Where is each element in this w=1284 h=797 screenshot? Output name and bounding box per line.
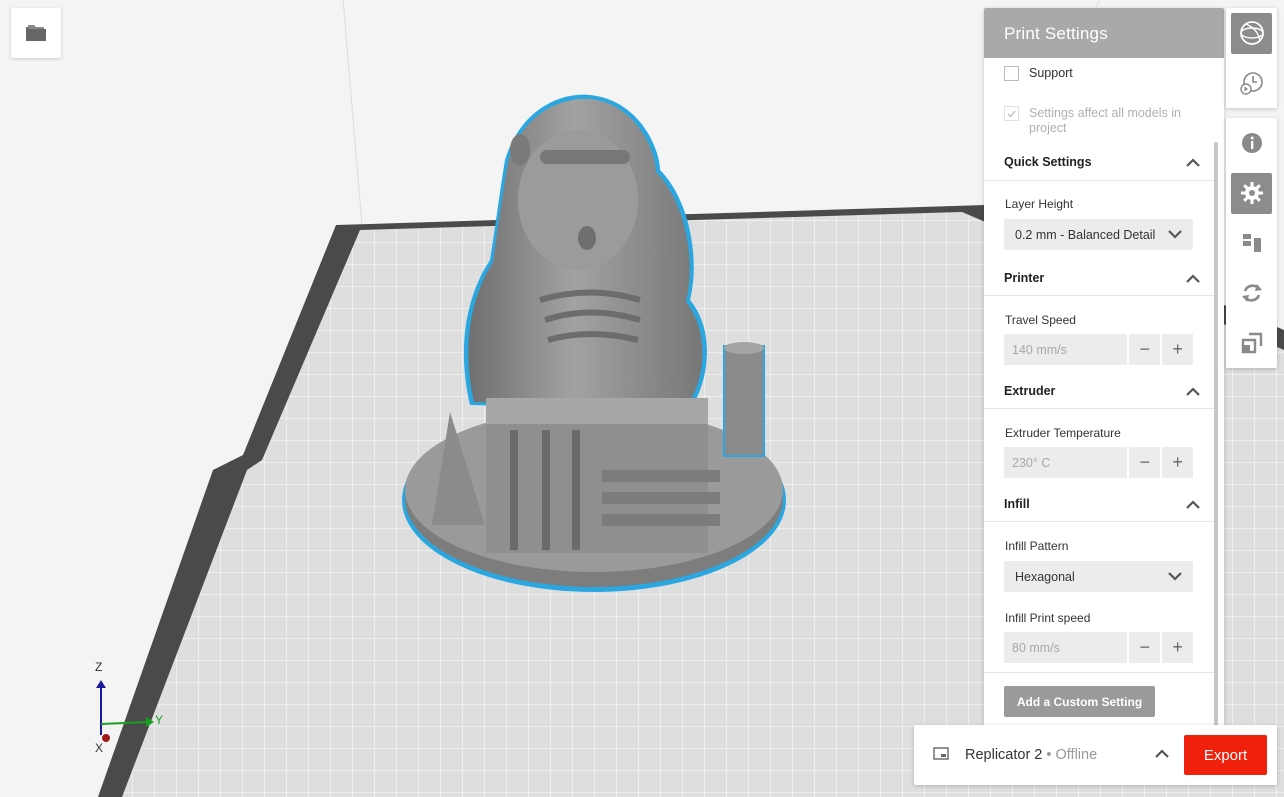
- affect-all-checkbox: [1004, 106, 1019, 121]
- extruder-temp-stepper: 230° C − +: [1004, 447, 1193, 478]
- checkmark-icon: [1007, 110, 1016, 118]
- printer-selector[interactable]: Replicator 2 • Offline: [965, 747, 1097, 763]
- view-toolbar: [1226, 8, 1277, 108]
- printer-name: Replicator 2: [965, 747, 1043, 763]
- export-button[interactable]: Export: [1184, 735, 1267, 775]
- travel-speed-input[interactable]: 140 mm/s: [1004, 334, 1128, 365]
- print-preview-button[interactable]: [1226, 58, 1277, 108]
- info-button[interactable]: [1226, 118, 1277, 168]
- plus-icon: +: [1172, 637, 1183, 657]
- travel-speed-label: Travel Speed: [1005, 313, 1076, 327]
- view-icon: [1239, 21, 1264, 45]
- chevron-down-icon: [1168, 230, 1182, 239]
- infill-section-header[interactable]: Infill: [1004, 497, 1200, 511]
- printer-section-title: Printer: [1004, 271, 1045, 285]
- extruder-section-header[interactable]: Extruder: [1004, 384, 1200, 398]
- infill-pattern-label: Infill Pattern: [1005, 539, 1069, 553]
- quick-settings-title: Quick Settings: [1004, 155, 1092, 169]
- chevron-up-icon[interactable]: [1186, 499, 1200, 509]
- affect-all-checkbox-row: Settings affect all models in project: [1004, 106, 1199, 136]
- arrange-button[interactable]: [1226, 218, 1277, 268]
- tools-toolbar: [1226, 118, 1277, 368]
- panel-title: Print Settings: [984, 8, 1224, 58]
- axis-x-label: X: [95, 741, 104, 755]
- infill-speed-label: Infill Print speed: [1005, 611, 1091, 625]
- divider: [984, 180, 1214, 181]
- folder-icon: [26, 25, 46, 41]
- extruder-temp-input[interactable]: 230° C: [1004, 447, 1128, 478]
- view-button[interactable]: [1226, 8, 1277, 58]
- infill-speed-increment-button[interactable]: +: [1162, 632, 1193, 663]
- panel-body: Support Settings affect all models in pr…: [984, 58, 1224, 734]
- chevron-up-icon[interactable]: [1186, 157, 1200, 167]
- axis-z-label: Z: [95, 660, 103, 674]
- rotate-icon: [1241, 284, 1262, 302]
- support-label: Support: [1029, 66, 1073, 80]
- chevron-up-icon[interactable]: [1186, 386, 1200, 396]
- divider: [984, 408, 1214, 409]
- arrange-icon: [1242, 234, 1261, 252]
- support-checkbox[interactable]: [1004, 66, 1019, 81]
- settings-gear-icon: [1240, 182, 1263, 204]
- infill-speed-stepper: 80 mm/s − +: [1004, 632, 1193, 663]
- affect-all-label: Settings affect all models in project: [1029, 106, 1181, 135]
- infill-pattern-value: Hexagonal: [1015, 569, 1075, 584]
- infill-speed-input[interactable]: 80 mm/s: [1004, 632, 1128, 663]
- printer-status: • Offline: [1042, 747, 1098, 763]
- open-file-button[interactable]: [11, 8, 61, 58]
- axis-y-label: Y: [155, 713, 164, 727]
- extruder-temp-increment-button[interactable]: +: [1162, 447, 1193, 478]
- travel-speed-decrement-button[interactable]: −: [1129, 334, 1161, 365]
- printer-section-header[interactable]: Printer: [1004, 271, 1200, 285]
- minus-icon: −: [1139, 637, 1151, 657]
- extruder-temp-decrement-button[interactable]: −: [1129, 447, 1161, 478]
- divider: [984, 521, 1214, 522]
- plus-icon: +: [1172, 339, 1183, 359]
- travel-speed-stepper: 140 mm/s − +: [1004, 334, 1193, 365]
- travel-speed-increment-button[interactable]: +: [1162, 334, 1193, 365]
- printer-bar: Replicator 2 • Offline Export: [914, 725, 1277, 785]
- plus-icon: +: [1172, 452, 1183, 472]
- rotate-button[interactable]: [1226, 268, 1277, 318]
- printer-icon: [933, 747, 949, 760]
- chevron-up-icon[interactable]: [1186, 273, 1200, 283]
- settings-button[interactable]: [1226, 168, 1277, 218]
- layer-height-value: 0.2 mm - Balanced Detail: [1015, 227, 1156, 242]
- divider: [984, 295, 1214, 296]
- add-custom-setting-button[interactable]: Add a Custom Setting: [1004, 686, 1155, 717]
- layer-height-label: Layer Height: [1005, 197, 1074, 211]
- infill-pattern-select[interactable]: Hexagonal: [1004, 561, 1193, 592]
- chevron-down-icon: [1168, 572, 1182, 581]
- chevron-up-icon[interactable]: [1155, 749, 1169, 758]
- print-settings-panel: Print Settings Support Settings affect a…: [984, 8, 1224, 734]
- extruder-section-title: Extruder: [1004, 384, 1056, 398]
- quick-settings-header[interactable]: Quick Settings: [1004, 155, 1200, 169]
- scale-button[interactable]: [1226, 318, 1277, 368]
- scale-icon: [1241, 332, 1262, 354]
- support-checkbox-row[interactable]: Support: [1004, 66, 1073, 81]
- minus-icon: −: [1139, 339, 1151, 359]
- minus-icon: −: [1139, 452, 1151, 472]
- divider: [984, 672, 1214, 673]
- print-preview-icon: [1239, 72, 1263, 95]
- infill-speed-decrement-button[interactable]: −: [1129, 632, 1161, 663]
- layer-height-select[interactable]: 0.2 mm - Balanced Detail: [1004, 219, 1193, 250]
- info-icon: [1241, 133, 1262, 153]
- panel-scrollbar[interactable]: [1214, 142, 1218, 732]
- extruder-temp-label: Extruder Temperature: [1005, 426, 1121, 440]
- infill-section-title: Infill: [1004, 497, 1030, 511]
